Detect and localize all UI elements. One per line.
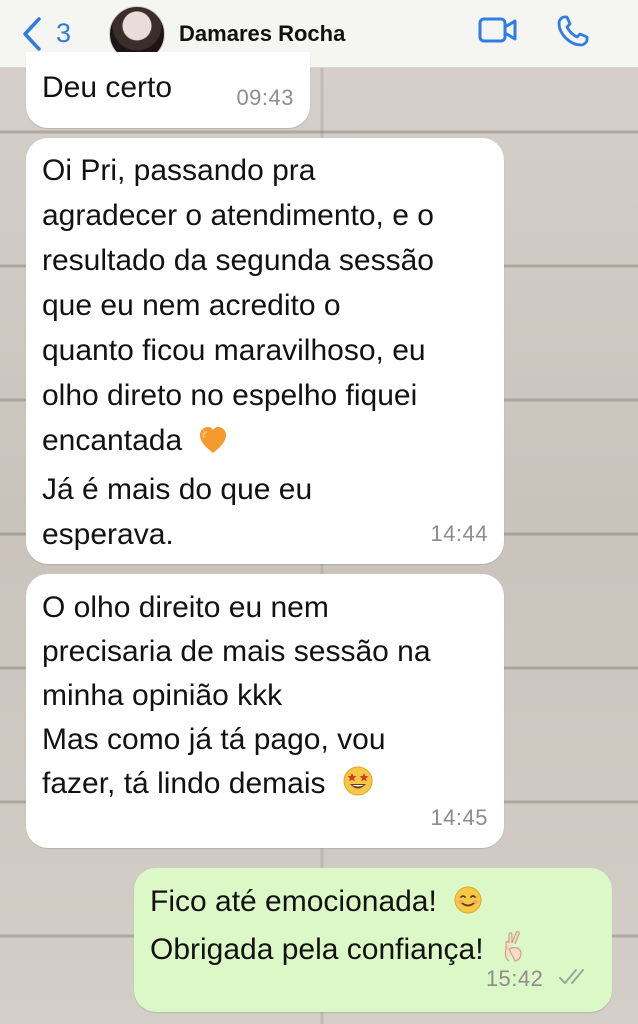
message-bubble[interactable]: Deu certo 09:43 bbox=[26, 52, 310, 128]
message-line: olho direto no espelho fiquei bbox=[42, 379, 418, 412]
message-line: Fico até emocionada! bbox=[150, 885, 437, 918]
message-line: fazer, tá lindo demais bbox=[42, 767, 326, 800]
video-call-icon[interactable] bbox=[478, 14, 518, 52]
message-line: que eu nem acredito o bbox=[42, 289, 341, 322]
message-bubble[interactable]: O olho direito eu nem precisaria de mais… bbox=[26, 574, 504, 848]
message-line: resultado da segunda sessão bbox=[42, 244, 434, 277]
message-line: Já é mais do que eu bbox=[42, 473, 313, 506]
message-line: Mas como já tá pago, vou bbox=[42, 723, 386, 756]
message-line: Obrigada pela confiança! bbox=[150, 933, 484, 966]
unread-count: 3 bbox=[56, 18, 72, 48]
back-button[interactable]: 3 bbox=[22, 16, 71, 52]
message-time: 14:45 bbox=[430, 805, 488, 830]
message-line: esperava. bbox=[42, 518, 174, 551]
smiling-face-icon bbox=[453, 884, 483, 928]
chevron-left-icon bbox=[22, 16, 42, 52]
message-line: encantada bbox=[42, 424, 183, 457]
message-time: 14:44 bbox=[430, 521, 488, 546]
star-struck-icon bbox=[342, 765, 374, 810]
message-line: agradecer o atendimento, e o bbox=[42, 199, 434, 232]
message-line: quanto ficou maravilhoso, eu bbox=[42, 334, 426, 367]
message-line: precisaria de mais sessão na bbox=[42, 635, 431, 668]
phone-call-icon[interactable] bbox=[556, 14, 590, 52]
message-time: 09:43 bbox=[236, 85, 294, 110]
message-line: minha opinião kkk bbox=[42, 679, 283, 712]
message-bubble-outgoing[interactable]: Fico até emocionada! Obrigada pela confi… bbox=[134, 868, 612, 1012]
message-time-label: 15:42 bbox=[485, 965, 544, 991]
contact-name[interactable]: Damares Rocha bbox=[179, 21, 345, 47]
message-line: O olho direito eu nem bbox=[42, 591, 329, 624]
message-time: 15:42 bbox=[486, 957, 594, 1002]
header-actions bbox=[478, 14, 590, 52]
read-receipt-icon bbox=[558, 958, 594, 1002]
message-line: Oi Pri, passando pra bbox=[42, 154, 316, 187]
message-bubble[interactable]: Oi Pri, passando pra agradecer o atendim… bbox=[26, 138, 504, 564]
orange-heart-icon bbox=[198, 422, 228, 467]
